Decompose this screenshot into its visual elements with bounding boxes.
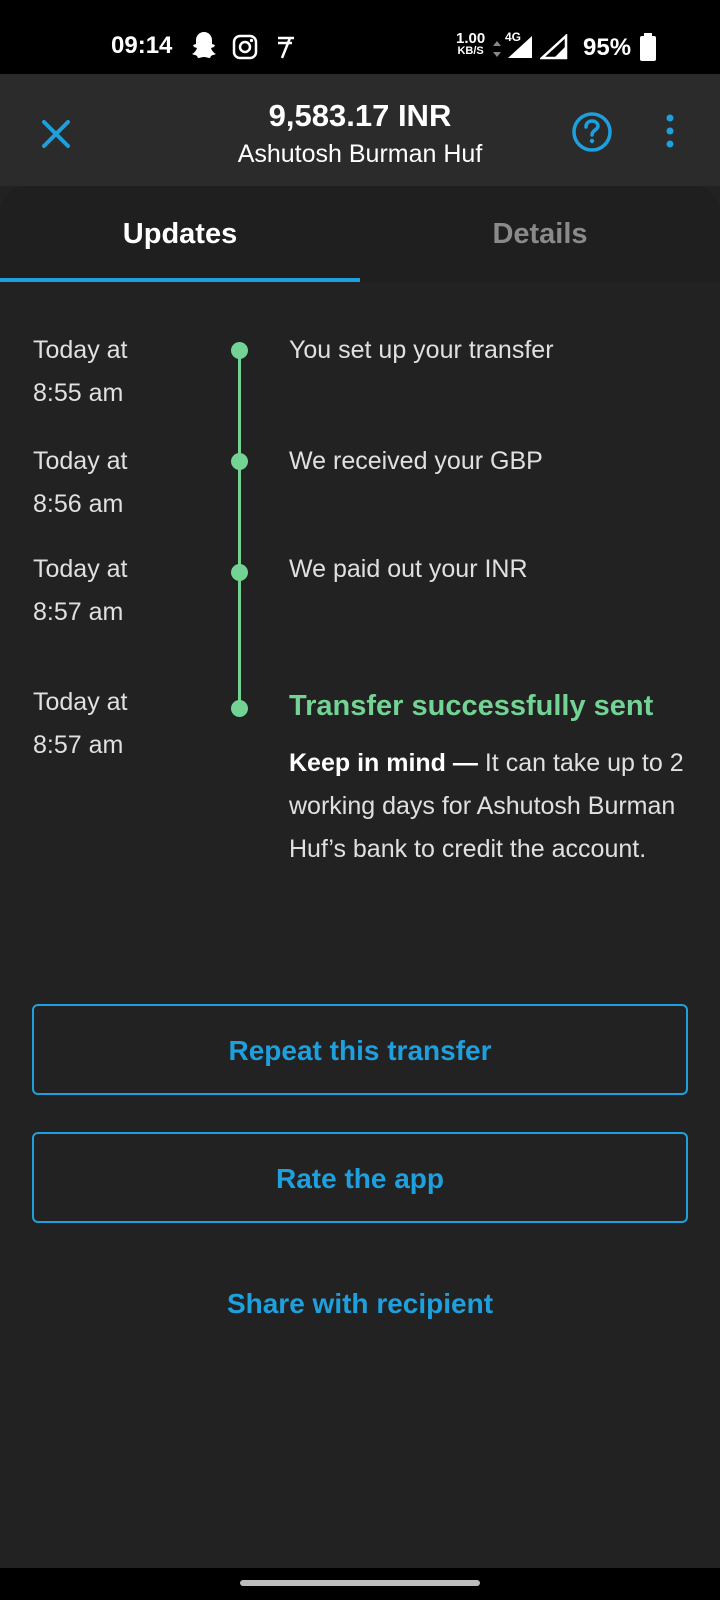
tab-updates[interactable]: Updates — [0, 186, 360, 282]
timeline-time-label: 8:57 am — [33, 731, 124, 759]
timeline-time: Today at 8:56 am — [33, 440, 203, 526]
timeline-date-label: Today at — [33, 688, 128, 716]
timeline-event: We received your GBP — [289, 447, 543, 475]
keep-in-mind-note: Keep in mind — It can take up to 2 worki… — [289, 742, 694, 871]
timeline-dot — [231, 700, 248, 717]
timeline-dot — [231, 342, 248, 359]
share-with-recipient-link[interactable]: Share with recipient — [0, 1288, 720, 1320]
instagram-icon — [232, 34, 258, 65]
network-speed-value: 1.00 — [456, 30, 486, 47]
app-header: 9,583.17 INR Ashutosh Burman Huf — [0, 74, 720, 186]
tez-icon — [276, 34, 296, 65]
active-tab-indicator — [0, 278, 360, 282]
more-vertical-icon[interactable] — [662, 112, 678, 152]
signal-icon — [506, 34, 534, 65]
snapchat-icon — [190, 30, 218, 65]
timeline-line — [238, 350, 241, 706]
timeline-dot — [231, 453, 248, 470]
network-speed-unit: KB/S — [457, 45, 484, 57]
timeline-event: You set up your transfer — [289, 336, 554, 364]
question-circle-icon[interactable] — [570, 110, 614, 154]
timeline-time: Today at 8:57 am — [33, 548, 203, 634]
tab-details[interactable]: Details — [360, 186, 720, 282]
timeline-time-label: 8:55 am — [33, 379, 124, 407]
network-speed: 1.00 KB/S — [456, 30, 486, 58]
timeline-date-label: Today at — [33, 447, 128, 475]
tab-bar: Updates Details — [0, 186, 720, 282]
repeat-transfer-button[interactable]: Repeat this transfer — [32, 1004, 688, 1095]
status-time: 09:14 — [111, 32, 173, 59]
timeline-date-label: Today at — [33, 555, 128, 583]
battery-percent: 95% — [583, 34, 632, 61]
timeline-time: Today at 8:57 am — [33, 681, 203, 767]
home-gesture-handle[interactable] — [240, 1580, 480, 1586]
status-bar: 09:14 1.00 KB/S 4G 95% — [0, 0, 720, 74]
timeline-event: We paid out your INR — [289, 555, 528, 583]
data-arrows-icon — [492, 40, 502, 63]
timeline-time-label: 8:57 am — [33, 598, 124, 626]
timeline-date-label: Today at — [33, 336, 128, 364]
transfer-success-title: Transfer successfully sent — [289, 690, 654, 722]
timeline-time: Today at 8:55 am — [33, 329, 203, 415]
timeline-dot — [231, 564, 248, 581]
rate-app-button[interactable]: Rate the app — [32, 1132, 688, 1223]
timeline-time-label: 8:56 am — [33, 490, 124, 518]
note-heading: Keep in mind — — [289, 749, 478, 777]
battery-icon — [639, 32, 657, 67]
signal-icon-2 — [538, 33, 568, 65]
system-nav-bar — [0, 1568, 720, 1600]
